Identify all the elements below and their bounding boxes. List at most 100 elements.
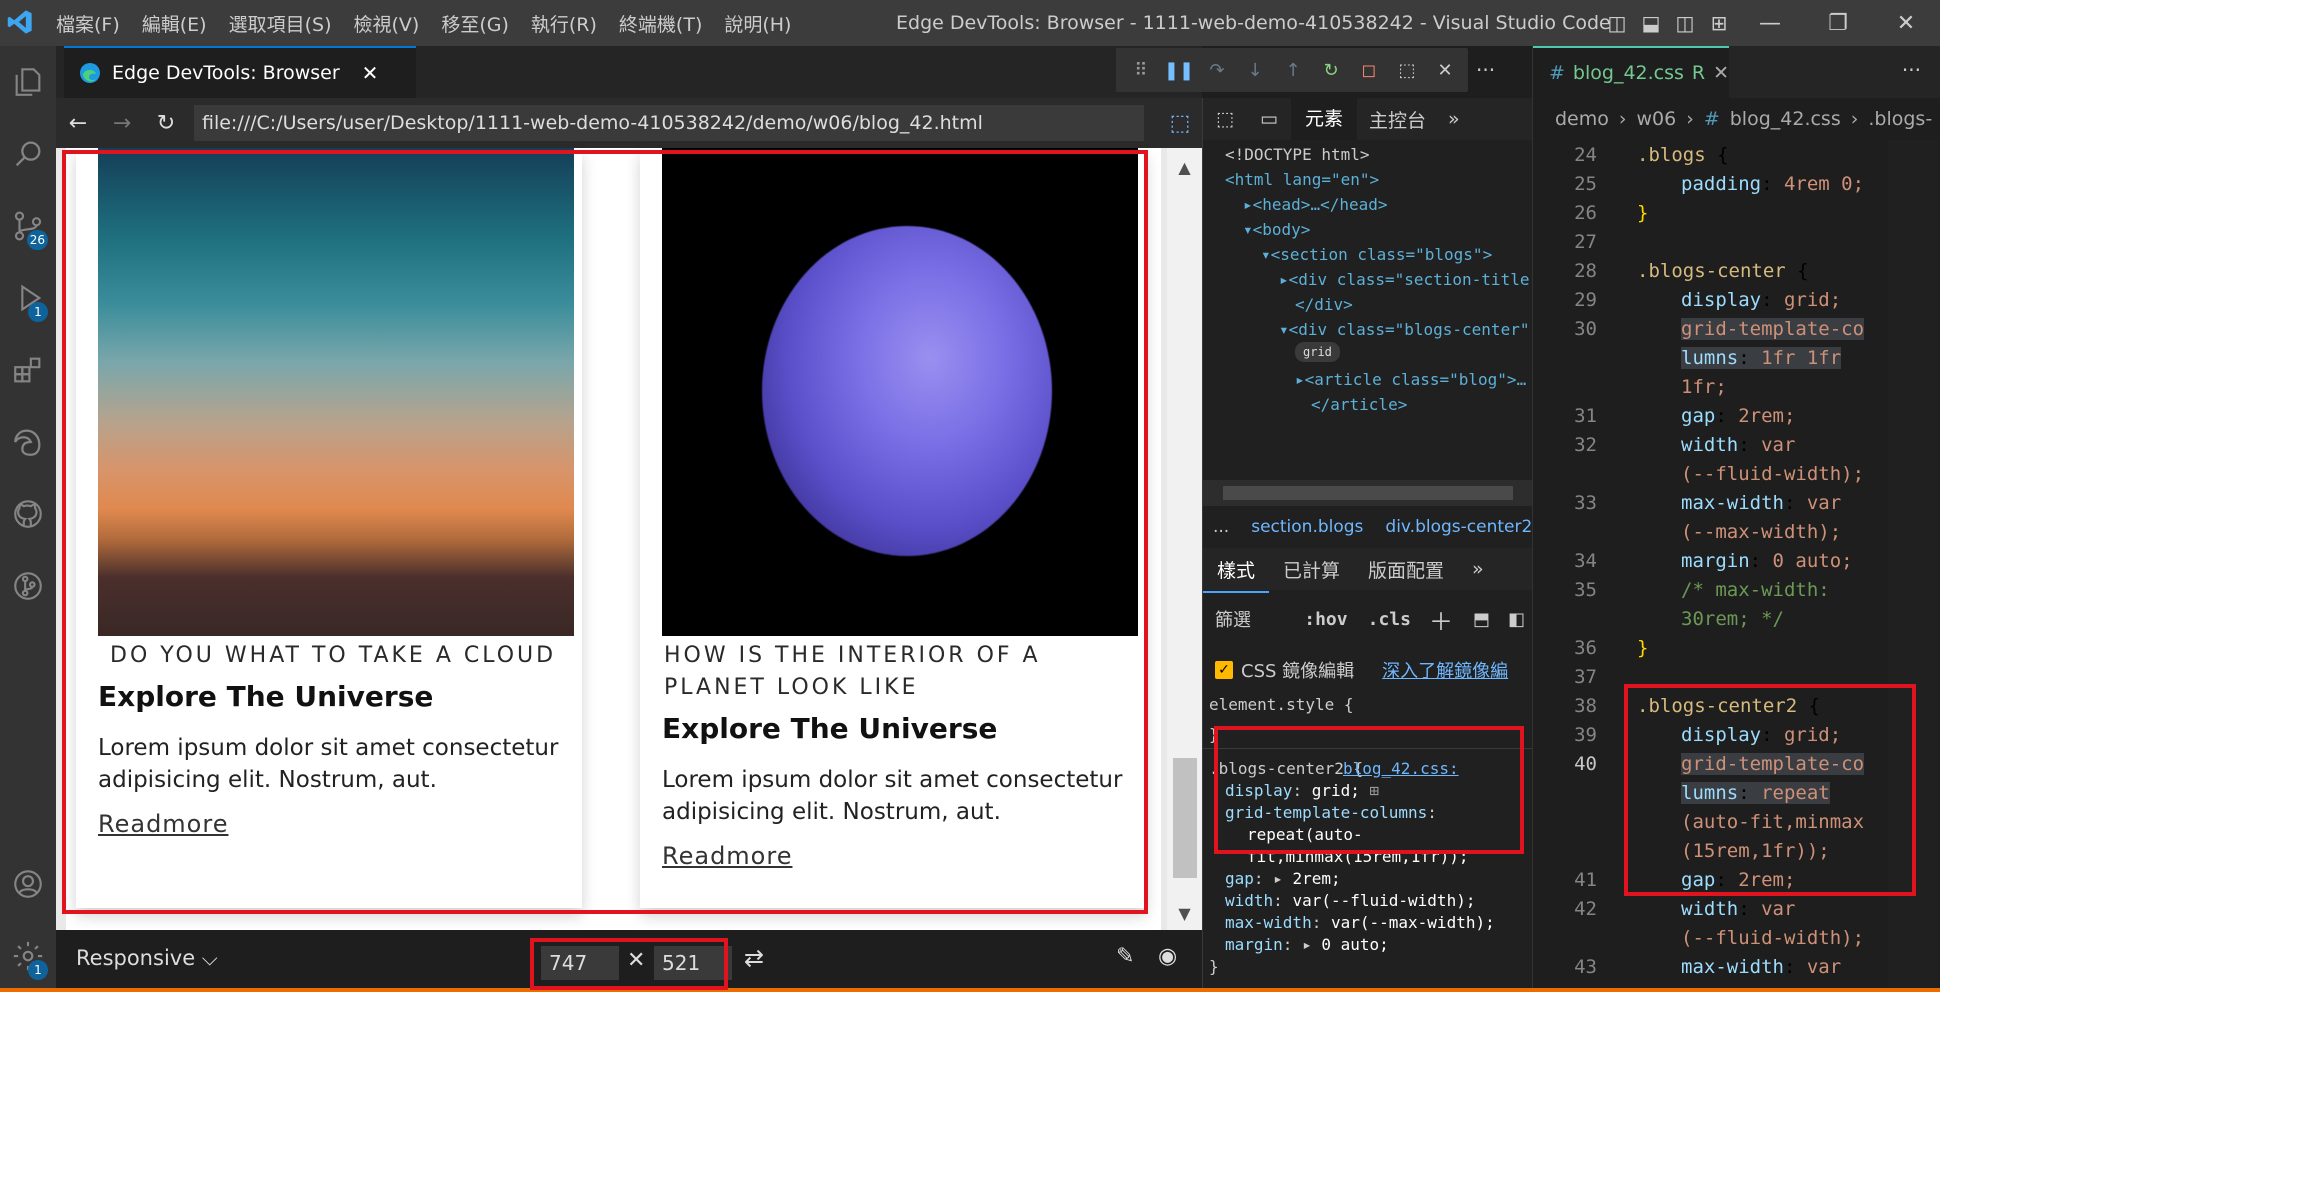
more-actions-icon[interactable]: ··· bbox=[1476, 58, 1495, 82]
vision-deficiency-icon[interactable]: ◉ bbox=[1158, 944, 1177, 969]
close-tab-icon[interactable]: ✕ bbox=[362, 61, 379, 85]
decl-grid-template[interactable]: grid-template-columns: bbox=[1225, 802, 1437, 824]
close-tab-icon[interactable]: ✕ bbox=[1713, 62, 1729, 84]
dom-line[interactable]: <!DOCTYPE html> bbox=[1225, 142, 1370, 167]
close-devtools-icon[interactable]: ✕ bbox=[1430, 55, 1460, 85]
edge-devtools-icon[interactable] bbox=[0, 406, 56, 478]
rule-selector[interactable]: .blogs-center2 { bbox=[1209, 758, 1363, 780]
device-dropdown[interactable]: Responsive ⌵ bbox=[76, 946, 218, 971]
tab-elements[interactable]: 元素 bbox=[1291, 98, 1358, 140]
stop-icon[interactable]: ◻ bbox=[1354, 55, 1384, 85]
github-icon[interactable] bbox=[0, 478, 56, 550]
pause-icon[interactable]: ❚❚ bbox=[1164, 55, 1194, 85]
extensions-icon[interactable] bbox=[0, 334, 56, 406]
inspect-icon[interactable]: ⬚ bbox=[1392, 55, 1422, 85]
menu-terminal[interactable]: 終端機(T) bbox=[619, 10, 702, 37]
crumb[interactable]: demo bbox=[1555, 108, 1609, 130]
learn-more-link[interactable]: 深入了解鏡像編 bbox=[1382, 657, 1508, 683]
readmore-link[interactable]: Readmore bbox=[98, 810, 228, 838]
more-style-tabs-icon[interactable]: » bbox=[1458, 558, 1498, 580]
step-out-icon[interactable]: ↑ bbox=[1278, 55, 1308, 85]
decl-display[interactable]: display: grid; ⊞ bbox=[1225, 780, 1379, 802]
screencast-inspect-icon[interactable]: ⬚ bbox=[1158, 101, 1202, 145]
step-over-icon[interactable]: ↷ bbox=[1202, 55, 1232, 85]
scroll-up-icon[interactable]: ▲ bbox=[1167, 158, 1202, 177]
crumb[interactable]: w06 bbox=[1637, 108, 1677, 130]
menu-run[interactable]: 執行(R) bbox=[531, 10, 597, 37]
dom-line[interactable]: ▸<div class="section-title bbox=[1279, 267, 1529, 292]
hov-toggle[interactable]: :hov bbox=[1292, 609, 1359, 630]
more-tabs-icon[interactable]: » bbox=[1438, 108, 1470, 130]
grid-editor-icon[interactable]: ⊞ bbox=[1370, 781, 1380, 800]
readmore-link[interactable]: Readmore bbox=[662, 842, 792, 870]
grid-badge[interactable]: grid bbox=[1295, 342, 1340, 362]
step-into-icon[interactable]: ↓ bbox=[1240, 55, 1270, 85]
sidebar-toggle-icon[interactable]: ◧ bbox=[1500, 609, 1532, 630]
toggle-secondary-sidebar-icon[interactable]: ◫ bbox=[1668, 0, 1702, 46]
scroll-thumb[interactable] bbox=[1223, 486, 1513, 500]
dom-line[interactable]: </article> bbox=[1311, 392, 1407, 417]
tab-styles[interactable]: 樣式 bbox=[1203, 546, 1270, 593]
tab-layout[interactable]: 版面配置 bbox=[1354, 556, 1458, 583]
forward-icon[interactable]: → bbox=[100, 101, 144, 145]
dom-line[interactable]: ▸<article class="blog">… bbox=[1295, 367, 1526, 392]
gitlens-icon[interactable] bbox=[0, 550, 56, 622]
source-control-icon[interactable]: 26 bbox=[0, 190, 56, 262]
settings-gear-icon[interactable]: 1 bbox=[0, 920, 56, 992]
height-input[interactable]: 521 bbox=[654, 946, 732, 980]
minimize-button[interactable]: — bbox=[1736, 0, 1804, 46]
width-input[interactable]: 747 bbox=[541, 946, 619, 980]
back-icon[interactable]: ← bbox=[56, 101, 100, 145]
inspect-element-icon[interactable]: ⬚ bbox=[1203, 108, 1247, 130]
decl-width[interactable]: width: var(--fluid-width); bbox=[1225, 890, 1475, 912]
tab-console[interactable]: 主控台 bbox=[1357, 106, 1438, 133]
explorer-icon[interactable] bbox=[0, 46, 56, 118]
dom-line[interactable]: <html lang="en"> bbox=[1225, 167, 1379, 192]
crumb-div[interactable]: div.blogs-center2 bbox=[1385, 517, 1532, 537]
run-debug-icon[interactable]: 1 bbox=[0, 262, 56, 334]
customize-layout-icon[interactable]: ⊞ bbox=[1702, 0, 1736, 46]
minimap[interactable] bbox=[1888, 140, 1938, 992]
scroll-down-icon[interactable]: ▼ bbox=[1167, 904, 1202, 923]
restore-button[interactable]: ❐ bbox=[1804, 0, 1872, 46]
new-rule-icon[interactable]: ＋ bbox=[1419, 602, 1463, 637]
dom-line[interactable]: ▾<div class="blogs-center" bbox=[1279, 317, 1529, 342]
toggle-sidebar-icon[interactable]: ◫ bbox=[1600, 0, 1634, 46]
search-icon[interactable] bbox=[0, 118, 56, 190]
dom-line[interactable]: ▸<head>…</head> bbox=[1243, 192, 1388, 217]
emulation-wand-icon[interactable]: ✎ bbox=[1116, 944, 1134, 969]
menu-file[interactable]: 檔案(F) bbox=[56, 10, 120, 37]
crumb-more[interactable]: ... bbox=[1213, 517, 1229, 537]
dom-line[interactable]: ▾<section class="blogs"> bbox=[1261, 242, 1492, 267]
menu-edit[interactable]: 編輯(E) bbox=[142, 10, 207, 37]
decl-margin[interactable]: margin: ▸ 0 auto; bbox=[1225, 934, 1389, 956]
scroll-thumb[interactable] bbox=[1173, 758, 1197, 878]
tab-edge-devtools-browser[interactable]: Edge DevTools: Browser ✕ bbox=[64, 46, 416, 98]
dom-line[interactable]: ▾<body> bbox=[1243, 217, 1310, 242]
more-actions-icon[interactable]: ··· bbox=[1902, 58, 1921, 82]
rotate-dimensions-icon[interactable]: ⇄ bbox=[744, 944, 764, 972]
decl-gap[interactable]: gap: ▸ 2rem; bbox=[1225, 868, 1341, 890]
rule-source-link[interactable]: blog_42.css: bbox=[1343, 758, 1459, 780]
url-input[interactable]: file:///C:/Users/user/Desktop/1111-web-d… bbox=[194, 105, 1144, 141]
device-toolbar-icon[interactable]: ▭ bbox=[1247, 108, 1291, 130]
crumb-section[interactable]: section.blogs bbox=[1251, 517, 1363, 537]
page-scrollbar[interactable]: ▲ ▼ bbox=[1167, 148, 1202, 930]
element-style-rule[interactable]: element.style { bbox=[1209, 694, 1354, 716]
tab-computed[interactable]: 已計算 bbox=[1269, 556, 1354, 583]
reload-icon[interactable]: ↻ bbox=[144, 101, 188, 145]
menu-selection[interactable]: 選取項目(S) bbox=[229, 10, 332, 37]
drag-handle-icon[interactable]: ⠿ bbox=[1126, 55, 1156, 85]
menu-go[interactable]: 移至(G) bbox=[441, 10, 509, 37]
restart-icon[interactable]: ↻ bbox=[1316, 55, 1346, 85]
decl-max-width[interactable]: max-width: var(--max-width); bbox=[1225, 912, 1495, 934]
element-state-icon[interactable]: ⬒ bbox=[1463, 609, 1500, 630]
accounts-icon[interactable] bbox=[0, 848, 56, 920]
toggle-panel-icon[interactable]: ⬓ bbox=[1634, 0, 1668, 46]
dom-line[interactable]: </div> bbox=[1295, 292, 1353, 317]
filter-input[interactable]: 篩選 bbox=[1203, 606, 1292, 632]
code-area[interactable]: 24 .blogs {25 padding: 4rem 0; 26} 27 28 .blog… bbox=[1533, 140, 1940, 992]
mirror-checkbox[interactable]: ✓ bbox=[1215, 661, 1233, 679]
menu-view[interactable]: 檢視(V) bbox=[354, 10, 420, 37]
tab-blog-css[interactable]: # blog_42.css R ✕ bbox=[1533, 46, 1729, 98]
